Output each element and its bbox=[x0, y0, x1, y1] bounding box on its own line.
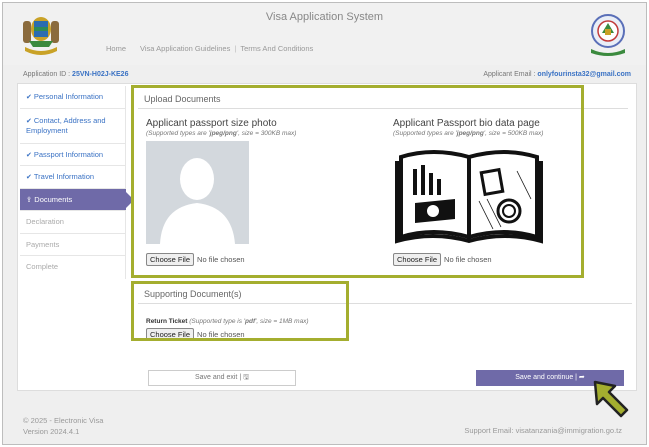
top-nav: Home Visa Application Guidelines | Terms… bbox=[106, 44, 327, 53]
check-icon: ✔ bbox=[26, 174, 32, 181]
immigration-emblem-logo bbox=[591, 14, 625, 56]
supporting-documents-highlight bbox=[131, 281, 349, 341]
footer-info: © 2025 - Electronic Visa Version 2024.4.… bbox=[23, 415, 103, 437]
applicant-email-group: Applicant Email : onlyfourinsta32@gmail.… bbox=[483, 71, 631, 78]
app-frame: Visa Application System Home Visa Applic… bbox=[2, 2, 647, 445]
step-label: Payments bbox=[26, 239, 60, 249]
application-id-group: Application ID : 25VN-H02J-KE26 bbox=[23, 71, 128, 78]
upload-icon: ⇪ bbox=[26, 194, 33, 204]
application-info-bar: Application ID : 25VN-H02J-KE26 Applican… bbox=[17, 69, 637, 83]
check-icon: ✔ bbox=[26, 94, 32, 101]
step-label: Passport Information bbox=[33, 149, 104, 159]
step-label: Documents bbox=[34, 194, 73, 204]
application-id-value: 25VN-H02J-KE26 bbox=[72, 71, 129, 78]
check-icon: ✔ bbox=[26, 117, 32, 125]
step-label: Complete bbox=[26, 262, 59, 271]
nav-home[interactable]: Home bbox=[106, 44, 126, 53]
header: Visa Application System Home Visa Applic… bbox=[3, 3, 646, 65]
step-contact-address[interactable]: ✔ Contact, Address and Employment bbox=[20, 108, 126, 144]
nav-guidelines[interactable]: Visa Application Guidelines bbox=[140, 44, 230, 53]
step-personal-information[interactable]: ✔ Personal Information bbox=[20, 86, 126, 109]
upload-documents-highlight bbox=[131, 85, 584, 278]
step-documents[interactable]: ⇪ Documents bbox=[20, 188, 134, 211]
version-text: Version 2024.4.1 bbox=[23, 427, 80, 436]
step-label: Contact, Address and Employment bbox=[26, 115, 106, 135]
copyright-text: © 2025 - Electronic Visa bbox=[23, 416, 104, 425]
step-declaration[interactable]: Declaration bbox=[20, 211, 126, 234]
step-passport-information[interactable]: ✔ Passport Information bbox=[20, 143, 126, 166]
step-payments[interactable]: Payments bbox=[20, 233, 126, 256]
applicant-email-label: Applicant Email : bbox=[483, 71, 536, 78]
app-title: Visa Application System bbox=[265, 11, 384, 23]
pointer-arrow-icon bbox=[593, 380, 629, 418]
support-email-text: Support Email: visatanzania@immigration.… bbox=[464, 426, 622, 435]
step-label: Declaration bbox=[26, 217, 64, 226]
step-travel-information[interactable]: ✔ Travel Information bbox=[20, 166, 126, 189]
applicant-email-value: onlyfourinsta32@gmail.com bbox=[537, 71, 631, 78]
step-complete[interactable]: Complete bbox=[20, 256, 126, 279]
save-and-exit-button[interactable]: Save and exit | 🖫 bbox=[148, 370, 296, 386]
application-id-label: Application ID : bbox=[23, 71, 71, 78]
check-icon: ✔ bbox=[26, 151, 32, 159]
steps-sidebar: ✔ Personal Information ✔ Contact, Address … bbox=[20, 86, 134, 279]
nav-terms[interactable]: Terms And Conditions bbox=[240, 44, 313, 53]
nav-separator: | bbox=[234, 44, 237, 53]
step-label: Personal Information bbox=[33, 92, 104, 101]
step-label: Travel Information bbox=[33, 172, 95, 181]
